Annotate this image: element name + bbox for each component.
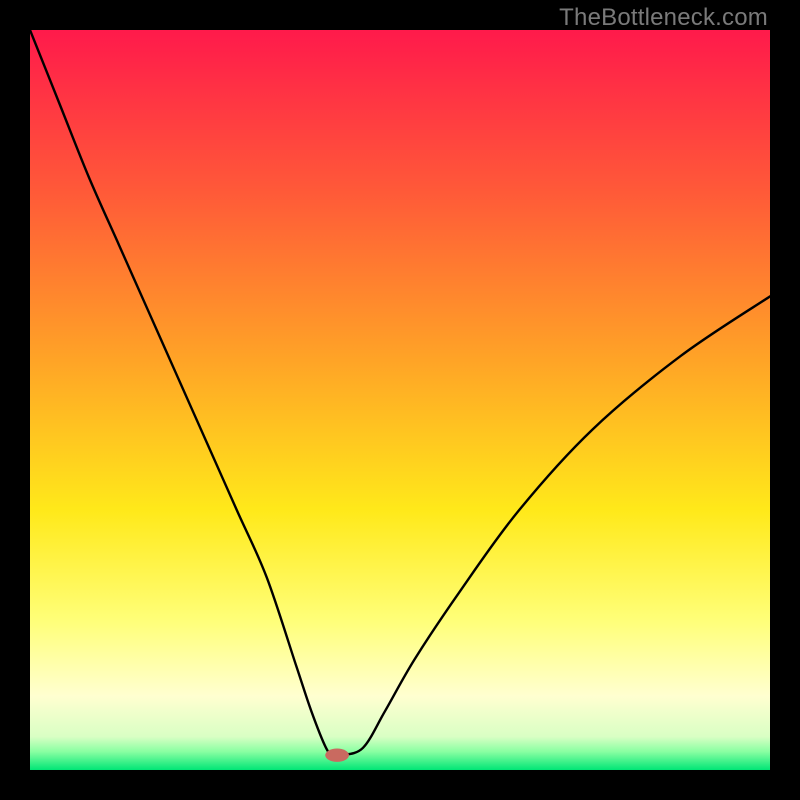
plot-area [30,30,770,770]
optimum-marker [325,749,349,762]
bottleneck-chart [30,30,770,770]
watermark-text: TheBottleneck.com [559,4,768,32]
chart-frame: TheBottleneck.com [0,0,800,800]
gradient-background [30,30,770,770]
